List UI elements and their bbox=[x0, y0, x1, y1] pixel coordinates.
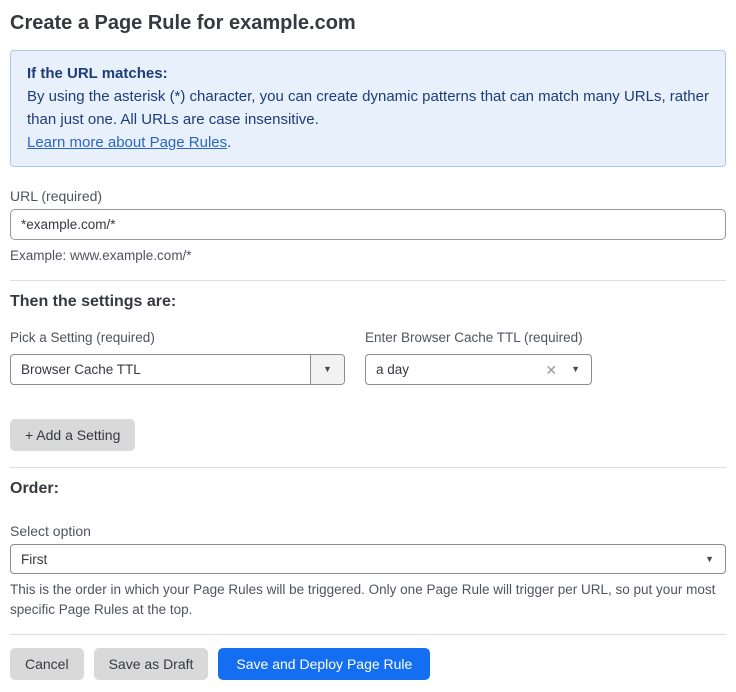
order-select-value: First bbox=[11, 552, 705, 567]
url-field-label: URL (required) bbox=[10, 188, 726, 204]
ttl-picker-value: a day bbox=[366, 362, 545, 377]
setting-picker-value: Browser Cache TTL bbox=[11, 362, 310, 377]
order-helper-text: This is the order in which your Page Rul… bbox=[10, 580, 726, 620]
setting-picker-label: Pick a Setting (required) bbox=[10, 330, 345, 345]
settings-row: Pick a Setting (required) Browser Cache … bbox=[10, 330, 726, 385]
setting-picker-select[interactable]: Browser Cache TTL ▼ bbox=[10, 354, 345, 385]
order-section-heading: Order: bbox=[10, 480, 726, 498]
chevron-down-icon: ▼ bbox=[705, 555, 714, 564]
clear-icon[interactable]: ✕ bbox=[545, 363, 557, 377]
url-match-info-box: If the URL matches: By using the asteris… bbox=[10, 50, 726, 167]
ttl-picker-icons: ✕ ▼ bbox=[545, 363, 591, 377]
order-select-icons: ▼ bbox=[705, 555, 725, 564]
chevron-down-icon: ▼ bbox=[571, 365, 580, 374]
ttl-picker-field: Enter Browser Cache TTL (required) a day… bbox=[365, 330, 592, 385]
cancel-button[interactable]: Cancel bbox=[10, 648, 84, 680]
info-box-heading: If the URL matches: bbox=[27, 62, 709, 85]
setting-picker-field: Pick a Setting (required) Browser Cache … bbox=[10, 330, 345, 385]
learn-more-link[interactable]: Learn more about Page Rules bbox=[27, 134, 227, 151]
info-box-link-line: Learn more about Page Rules. bbox=[27, 131, 709, 154]
setting-picker-caret-segment[interactable]: ▼ bbox=[310, 355, 344, 384]
url-example-helper: Example: www.example.com/* bbox=[10, 246, 726, 266]
page-title: Create a Page Rule for example.com bbox=[10, 12, 726, 35]
divider bbox=[10, 280, 726, 281]
divider bbox=[10, 467, 726, 468]
footer-buttons: Cancel Save as Draft Save and Deploy Pag… bbox=[10, 648, 726, 692]
info-box-body: By using the asterisk (*) character, you… bbox=[27, 85, 709, 131]
link-suffix: . bbox=[227, 134, 231, 151]
url-input[interactable] bbox=[10, 209, 726, 240]
save-and-deploy-button[interactable]: Save and Deploy Page Rule bbox=[218, 648, 430, 680]
chevron-down-icon: ▼ bbox=[323, 365, 332, 374]
ttl-picker-label: Enter Browser Cache TTL (required) bbox=[365, 330, 592, 345]
settings-section-heading: Then the settings are: bbox=[10, 293, 726, 311]
order-select-label: Select option bbox=[10, 523, 726, 539]
order-select[interactable]: First ▼ bbox=[10, 544, 726, 574]
ttl-picker-select[interactable]: a day ✕ ▼ bbox=[365, 354, 592, 385]
add-setting-button[interactable]: + Add a Setting bbox=[10, 419, 135, 451]
page-rule-form: Create a Page Rule for example.com If th… bbox=[0, 0, 736, 692]
divider bbox=[10, 634, 726, 635]
save-as-draft-button[interactable]: Save as Draft bbox=[94, 648, 209, 680]
